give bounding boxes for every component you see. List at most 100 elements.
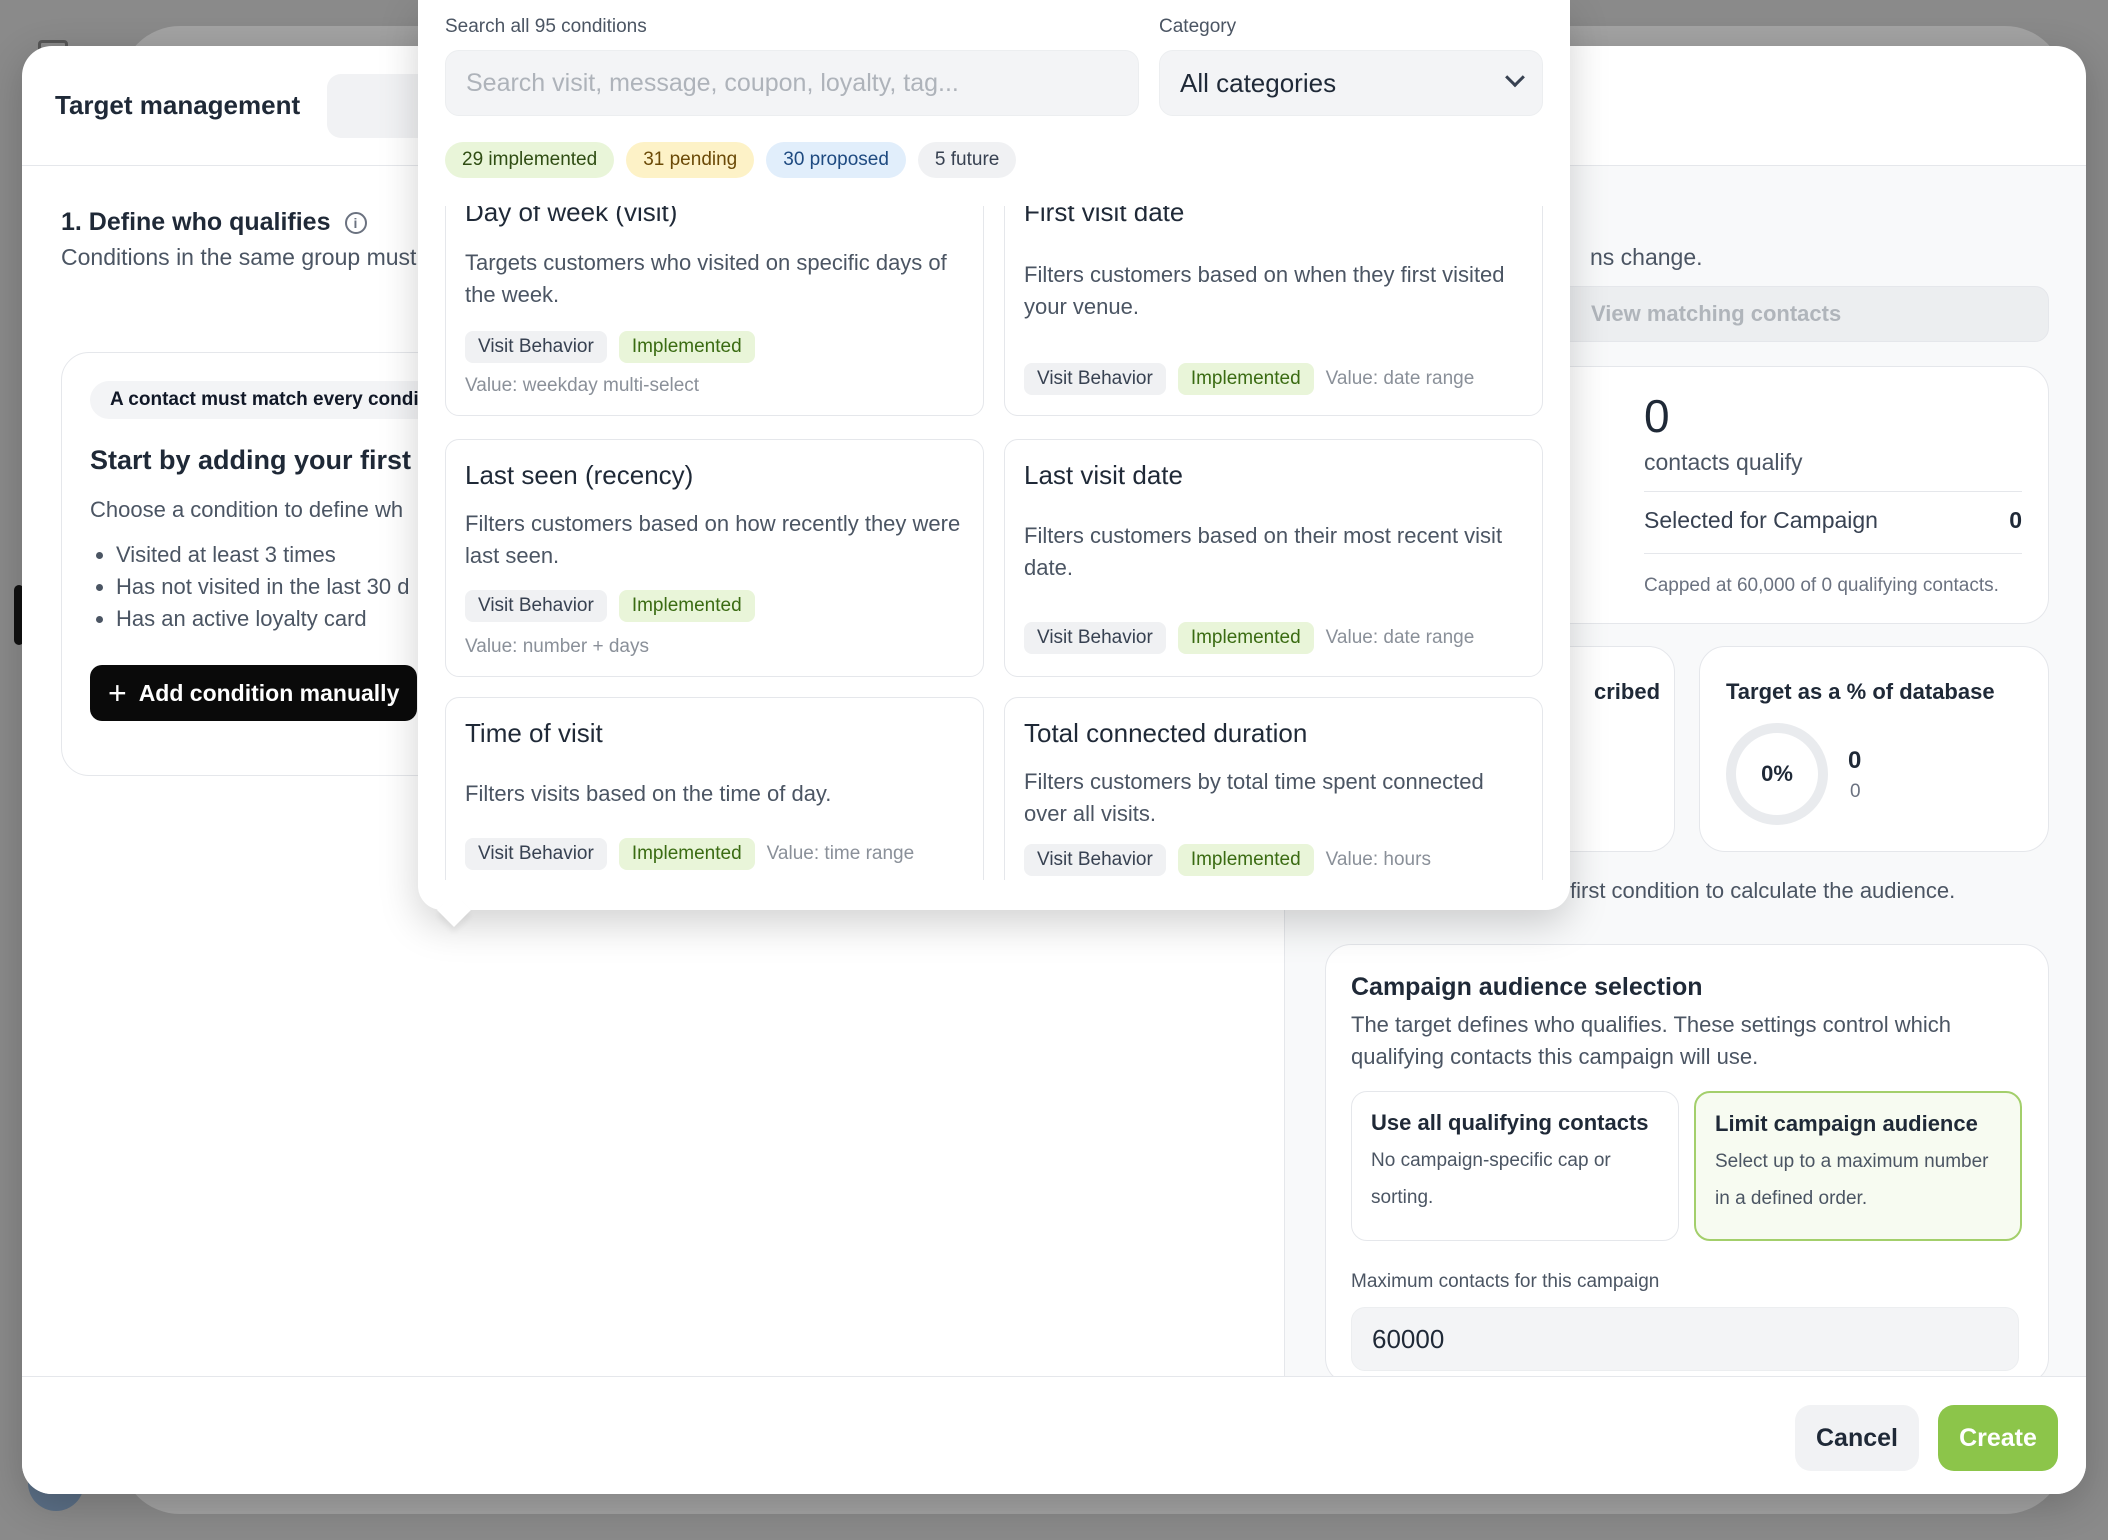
example-condition: Has not visited in the last 30 d bbox=[116, 571, 410, 603]
condition-description: Filters customers based on their most re… bbox=[1024, 523, 1503, 580]
condition-card[interactable]: Total connected duration Filters custome… bbox=[1004, 697, 1543, 880]
option-description: No campaign-specific cap or sorting. bbox=[1371, 1150, 1611, 1208]
condition-picker-popover: Search all 95 conditions Category All ca… bbox=[418, 0, 1570, 927]
audience-hint: first condition to calculate the audienc… bbox=[1570, 878, 1956, 903]
qualify-count: 0 bbox=[1644, 390, 1670, 442]
status-tag: Implemented bbox=[1177, 844, 1314, 876]
campaign-audience-card: Campaign audience selection The target d… bbox=[1325, 944, 2049, 1384]
cancel-button[interactable]: Cancel bbox=[1795, 1405, 1919, 1471]
ring-total: 0 bbox=[1850, 781, 1861, 802]
status-tag: Implemented bbox=[618, 331, 755, 363]
chip-future[interactable]: 5 future bbox=[917, 142, 1017, 178]
add-condition-label: Add condition manually bbox=[138, 679, 400, 706]
percent-ring: 0% bbox=[1726, 723, 1828, 825]
condition-description: Filters customers based on how recently … bbox=[465, 511, 961, 568]
chip-pending[interactable]: 31 pending bbox=[626, 142, 755, 178]
cap-text: Capped at 60,000 of 0 qualifying contact… bbox=[1644, 575, 1999, 596]
subscribed-title: cribed bbox=[1594, 679, 1661, 704]
status-tag: Implemented bbox=[618, 838, 755, 870]
example-condition: Visited at least 3 times bbox=[116, 539, 410, 571]
condition-description: Filters customers by total time spent co… bbox=[1024, 769, 1484, 826]
chip-implemented[interactable]: 29 implemented bbox=[445, 142, 615, 178]
option-title: Limit campaign audience bbox=[1715, 1111, 1978, 1136]
category-tag: Visit Behavior bbox=[1024, 363, 1166, 395]
database-percent-title: Target as a % of database bbox=[1726, 679, 1995, 704]
ring-count: 0 bbox=[1848, 747, 1862, 774]
status-tag: Implemented bbox=[1177, 363, 1314, 395]
condition-card[interactable]: Time of visit Filters visits based on th… bbox=[445, 697, 984, 880]
condition-value-type: Value: hours bbox=[1325, 849, 1431, 870]
condition-card[interactable]: First visit date Filters customers based… bbox=[1004, 206, 1543, 416]
ring-percent: 0% bbox=[1761, 761, 1793, 786]
status-tag: Implemented bbox=[618, 590, 755, 622]
example-conditions-list: Visited at least 3 times Has not visited… bbox=[116, 539, 410, 635]
condition-tags: Visit Behavior Implemented bbox=[465, 331, 755, 363]
empty-state-title: Start by adding your first co bbox=[90, 445, 451, 475]
condition-title: Total connected duration bbox=[1024, 718, 1308, 748]
category-select[interactable]: All categories bbox=[1159, 50, 1543, 116]
option-title: Use all qualifying contacts bbox=[1371, 1110, 1649, 1135]
selected-label: Selected for Campaign bbox=[1644, 507, 1878, 533]
category-tag: Visit Behavior bbox=[1024, 622, 1166, 654]
condition-value-type: Value: date range bbox=[1325, 368, 1475, 389]
condition-value-type: Value: number + days bbox=[465, 636, 649, 657]
chevron-down-icon bbox=[1505, 67, 1525, 88]
info-icon[interactable]: i bbox=[344, 211, 367, 234]
category-tag: Visit Behavior bbox=[465, 331, 607, 363]
condition-title: Time of visit bbox=[465, 718, 603, 748]
database-percent-card: Target as a % of database 0% 0 0 bbox=[1699, 646, 2049, 852]
selected-value: 0 bbox=[2009, 507, 2022, 533]
condition-search-input[interactable] bbox=[445, 50, 1139, 116]
condition-card[interactable]: Last visit date Filters customers based … bbox=[1004, 439, 1543, 677]
status-filter-chips: 29 implemented 31 pending 30 proposed 5 … bbox=[445, 142, 1017, 178]
max-contacts-label: Maximum contacts for this campaign bbox=[1351, 1271, 1660, 1292]
condition-tags: Visit Behavior Implemented Value: date r… bbox=[1024, 622, 1474, 654]
selected-for-campaign-row: Selected for Campaign 0 bbox=[1644, 507, 2022, 534]
empty-state-subtitle: Choose a condition to define wh bbox=[90, 497, 404, 522]
use-all-contacts-option[interactable]: Use all qualifying contacts No campaign-… bbox=[1351, 1091, 1679, 1241]
section-subtitle: Conditions in the same group must bbox=[61, 244, 417, 270]
condition-card[interactable]: Last seen (recency) Filters customers ba… bbox=[445, 439, 984, 677]
section-title: 1. Define who qualifies i bbox=[61, 208, 367, 237]
example-condition: Has an active loyalty card bbox=[116, 603, 410, 635]
add-condition-manually-button[interactable]: + Add condition manually bbox=[90, 665, 418, 721]
condition-tags: Visit Behavior Implemented Value: time r… bbox=[465, 838, 914, 870]
section-title-text: 1. Define who qualifies bbox=[61, 208, 331, 236]
limit-audience-option[interactable]: Limit campaign audience Select up to a m… bbox=[1694, 1091, 2022, 1241]
category-tag: Visit Behavior bbox=[1024, 844, 1166, 876]
category-tag: Visit Behavior bbox=[465, 838, 607, 870]
condition-title: First visit date bbox=[1024, 206, 1185, 227]
condition-value-type: Value: date range bbox=[1325, 627, 1475, 648]
audience-description: The target defines who qualifies. These … bbox=[1351, 1012, 1952, 1069]
audience-title: Campaign audience selection bbox=[1351, 973, 1703, 1001]
refresh-hint-text: ns change. bbox=[1590, 244, 1703, 270]
modal-title: Target management bbox=[55, 90, 301, 120]
qualify-label: contacts qualify bbox=[1644, 449, 1803, 475]
condition-description: Filters customers based on when they fir… bbox=[1024, 262, 1505, 319]
divider bbox=[1644, 553, 2022, 554]
condition-description: Filters visits based on the time of day. bbox=[465, 781, 832, 806]
category-value: All categories bbox=[1180, 67, 1337, 98]
condition-description: Targets customers who visited on specifi… bbox=[465, 250, 947, 307]
condition-title: Last seen (recency) bbox=[465, 460, 694, 490]
condition-list: Day of week (visit) Targets customers wh… bbox=[445, 206, 1543, 880]
status-tag: Implemented bbox=[1177, 622, 1314, 654]
create-button[interactable]: Create bbox=[1938, 1405, 2058, 1471]
max-contacts-input[interactable] bbox=[1351, 1307, 2019, 1371]
condition-title: Last visit date bbox=[1024, 460, 1183, 490]
option-description: Select up to a maximum number in a defin… bbox=[1715, 1151, 1989, 1209]
condition-title: Day of week (visit) bbox=[465, 206, 678, 227]
category-tag: Visit Behavior bbox=[465, 590, 607, 622]
category-label: Category bbox=[1159, 16, 1237, 37]
match-mode-pill[interactable]: A contact must match every condit bbox=[90, 381, 445, 419]
condition-tags: Visit Behavior Implemented bbox=[465, 590, 755, 622]
search-label: Search all 95 conditions bbox=[445, 16, 647, 37]
condition-value-type: Value: weekday multi-select bbox=[465, 375, 700, 396]
condition-value-type: Value: time range bbox=[766, 843, 915, 864]
divider bbox=[1644, 491, 2022, 492]
condition-tags: Visit Behavior Implemented Value: hours bbox=[1024, 844, 1431, 876]
plus-icon: + bbox=[108, 675, 127, 711]
condition-card[interactable]: Day of week (visit) Targets customers wh… bbox=[445, 206, 984, 416]
condition-tags: Visit Behavior Implemented Value: date r… bbox=[1024, 363, 1474, 395]
chip-proposed[interactable]: 30 proposed bbox=[766, 142, 906, 178]
